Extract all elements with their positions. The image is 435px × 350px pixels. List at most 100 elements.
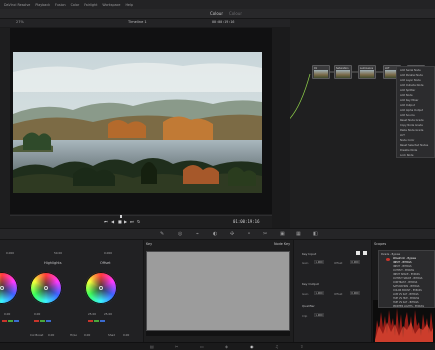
menu-item[interactable]: Color <box>71 3 80 7</box>
invert-toggle[interactable] <box>356 251 360 255</box>
key-output-label: Key Output <box>302 282 319 286</box>
output-offset-field[interactable]: 0.000 <box>350 291 360 295</box>
node-01[interactable]: 01 <box>312 65 330 79</box>
magic-mask-icon[interactable]: ⚬ <box>247 231 251 237</box>
skip-forward-icon[interactable]: ⏭ <box>130 219 134 224</box>
color-page-icon[interactable]: ◉ <box>250 344 254 349</box>
menu-item[interactable]: Playback <box>35 3 50 7</box>
cut-page-icon[interactable]: ✂ <box>175 344 178 349</box>
scope-menu-item[interactable]: SATURATION - BYPASS <box>393 285 419 288</box>
page-subtitle: Colour <box>229 11 242 16</box>
gamma-value: 50.00 <box>54 251 63 255</box>
footer-value[interactable]: 0.00 <box>48 333 54 337</box>
timecode-bottom: 01:00:19:16 <box>233 219 260 224</box>
context-menu-item[interactable]: Add Output <box>400 104 415 107</box>
clip-field[interactable]: 1.000 <box>314 313 324 317</box>
footer-label: Col Boost <box>30 333 44 337</box>
menu-item[interactable]: Fairlight <box>84 3 97 7</box>
scope-menu-item[interactable]: CONTRAST - BYPASS <box>393 281 417 284</box>
context-menu-item[interactable]: Add Node <box>400 94 413 97</box>
loop-icon[interactable]: ↻ <box>137 219 140 224</box>
qualifier-label: Qualifier <box>302 304 315 308</box>
context-menu: Add Serial Node Add Parallel Node Add La… <box>396 66 435 158</box>
clip-label: Clip <box>302 314 308 318</box>
context-menu-item[interactable]: Node Color <box>400 139 414 142</box>
camera-raw-icon[interactable]: ✎ <box>160 231 164 237</box>
context-menu-item[interactable]: LUT <box>400 134 405 137</box>
context-menu-item[interactable]: Add Alpha Output <box>400 109 423 112</box>
color-match-icon[interactable]: ◎ <box>178 231 182 237</box>
node-saturation[interactable]: Saturation <box>334 65 352 79</box>
scope-menu-item[interactable]: INPUT - BYPASS <box>393 261 411 264</box>
scope-menu-item[interactable]: LUM VS SAT - BYPASS <box>393 293 418 296</box>
timeline-name[interactable]: Timeline 1 <box>128 20 147 24</box>
context-menu-item[interactable]: Add Outside Node <box>400 84 423 87</box>
gain-field[interactable]: 1.000 <box>314 260 324 264</box>
context-menu-item[interactable]: Add Parallel Node <box>400 74 423 77</box>
fairlight-page-icon[interactable]: ♫ <box>275 344 279 349</box>
context-menu-item[interactable]: Add Key Mixer <box>400 99 418 102</box>
scope-dropdown-menu: Parade - Bypass Waveform - Bypass INPUT … <box>378 250 435 308</box>
context-menu-item[interactable]: Copy Node Grade <box>400 124 423 127</box>
highlights-wheel[interactable] <box>30 272 62 304</box>
deliver-page-icon[interactable]: ⇧ <box>300 344 303 349</box>
shadows-wheel[interactable] <box>0 272 18 304</box>
edit-page-icon[interactable]: ▭ <box>200 344 204 349</box>
eyedropper-icon[interactable]: ⌁ <box>196 231 199 237</box>
context-menu-item[interactable]: Add Serial Node <box>400 69 421 72</box>
gain-value: 0.000 <box>104 251 113 255</box>
play-icon[interactable]: ▶ <box>124 219 127 224</box>
palette-toolbar <box>0 228 435 240</box>
scope-menu-item[interactable]: INPUT SPACE - BYPASS <box>393 273 420 276</box>
context-menu-item[interactable]: Lock Node <box>400 154 414 157</box>
sizing-icon[interactable]: ▦ <box>296 231 301 237</box>
blur-icon[interactable]: ✂ <box>263 231 267 237</box>
output-gain-field[interactable]: 1.000 <box>314 291 324 295</box>
context-menu-item[interactable]: Reset Selected Nodes <box>400 144 428 147</box>
three-d-icon[interactable]: ◧ <box>313 231 318 237</box>
tracker-icon[interactable]: ✣ <box>230 231 234 237</box>
wheel-value: 0.00 <box>4 312 11 316</box>
offset-label: Offset <box>334 261 343 265</box>
scope-menu-item[interactable]: HUE VS HUE - BYPASS <box>393 297 419 300</box>
menu-item[interactable]: DaVinci Resolve <box>4 3 30 7</box>
footer-value[interactable]: 0.00 <box>123 333 129 337</box>
skip-back-icon[interactable]: ⏮ <box>104 219 108 224</box>
scope-menu-item[interactable]: Waveform - Bypass <box>393 257 416 260</box>
fusion-page-icon[interactable]: ◈ <box>225 344 228 349</box>
footer-label: Hi/Lo <box>70 333 78 337</box>
context-menu-item[interactable]: Disable Node <box>400 149 417 152</box>
context-menu-item[interactable]: Paste Node Grade <box>400 129 423 132</box>
wheel-value: 0.00 <box>34 312 41 316</box>
stop-icon[interactable]: ■ <box>118 219 122 224</box>
footer-value[interactable]: 0.00 <box>84 333 90 337</box>
node-key-panel: Key Input Gain 1.000 Offset 0.000 Key Ou… <box>293 240 371 342</box>
menu-item[interactable]: Help <box>125 3 133 7</box>
menu-item[interactable]: Workspace <box>102 3 120 7</box>
menu-bar: DaVinci Resolve Playback Fusion Color Fa… <box>0 0 435 9</box>
scope-menu-item[interactable]: Parade - Bypass <box>381 253 400 256</box>
scope-menu-item[interactable]: OUTPUT SPACE - BYPASS <box>393 277 422 280</box>
scope-menu-item[interactable]: HUE VS SAT - BYPASS <box>393 301 419 304</box>
context-menu-item[interactable]: Add Layer Node <box>400 79 421 82</box>
scope-menu-item[interactable]: INPUT - BYPASS <box>393 265 411 268</box>
scope-menu-item[interactable]: OUTPUT - BYPASS <box>393 269 414 272</box>
menu-item[interactable]: Fusion <box>55 3 66 7</box>
key-panel-title: Key <box>146 242 153 246</box>
media-page-icon[interactable]: ▤ <box>150 344 154 349</box>
context-menu-item[interactable]: Add Source <box>400 114 415 117</box>
zoom-level[interactable]: 27% <box>16 20 24 24</box>
node-luminance[interactable]: Luminance <box>358 65 376 79</box>
scope-menu-item[interactable]: COLOR BOOST - BYPASS <box>393 289 422 292</box>
offset-wheel[interactable] <box>85 272 117 304</box>
mask-toggle[interactable] <box>363 251 367 255</box>
offset-field[interactable]: 0.000 <box>350 260 360 264</box>
scope-menu-item[interactable]: PRINTER LIGHTS - BYPASS <box>393 305 424 308</box>
page-title: Colour <box>210 11 223 16</box>
play-reverse-icon[interactable]: ◀ <box>111 219 114 224</box>
context-menu-item[interactable]: Add Splitter <box>400 89 415 92</box>
key-icon[interactable]: ▣ <box>280 231 285 237</box>
window-icon[interactable]: ◐ <box>213 231 217 237</box>
wheel-value: 25.00 <box>104 312 113 316</box>
context-menu-item[interactable]: Reset Node Grade <box>400 119 424 122</box>
